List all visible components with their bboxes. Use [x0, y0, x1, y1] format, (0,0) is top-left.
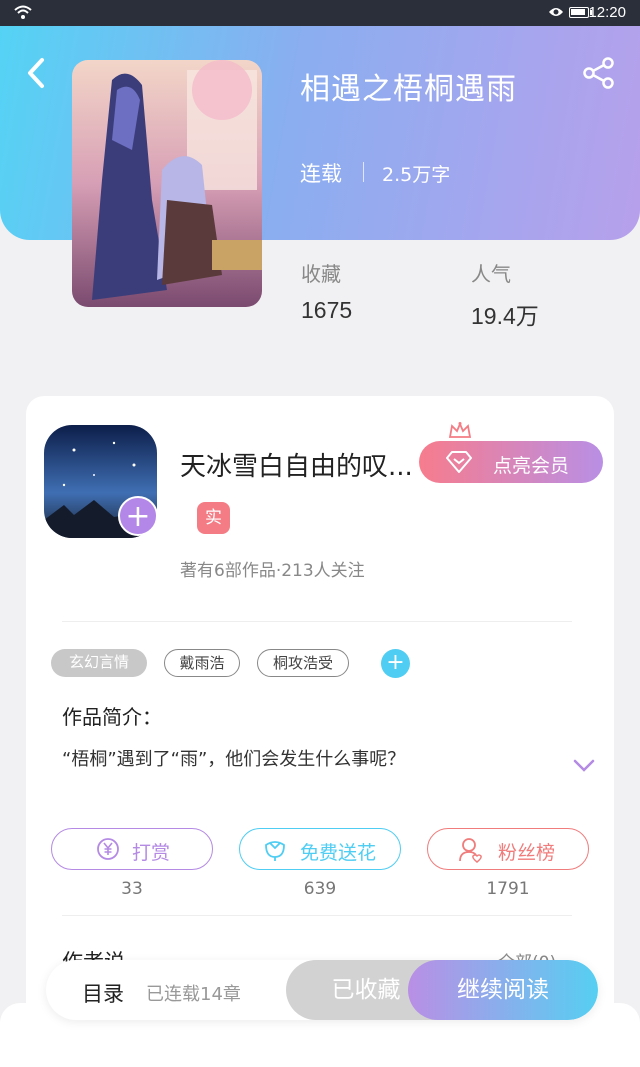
- vip-button-label: 点亮会员: [493, 455, 570, 477]
- intro-title: 作品简介：: [62, 705, 162, 729]
- fan-user-icon: [458, 837, 484, 868]
- battery-icon: [569, 7, 592, 18]
- share-icon: [583, 57, 614, 89]
- fan-count: 1791: [486, 879, 530, 899]
- fan-ranking-button[interactable]: 粉丝榜: [427, 828, 589, 870]
- favorites-count: 1675: [301, 297, 353, 323]
- flower-count: 639: [303, 879, 337, 899]
- tag-character[interactable]: 戴雨浩: [164, 649, 240, 677]
- clock: 12:20: [588, 4, 626, 21]
- expand-chevron-down-icon[interactable]: [572, 758, 596, 778]
- divider: [62, 915, 572, 916]
- popularity-count: 19.4万: [471, 303, 539, 329]
- follow-author-button[interactable]: +: [118, 496, 158, 536]
- verified-badge: 实: [197, 502, 230, 534]
- wifi-icon: [14, 4, 32, 24]
- divider: [363, 162, 364, 182]
- status-bar: 12:20: [0, 0, 640, 26]
- tip-label: 打赏: [132, 842, 171, 864]
- chevron-left-icon: [28, 58, 44, 88]
- share-button[interactable]: [582, 56, 616, 90]
- send-flower-label: 免费送花: [300, 842, 377, 864]
- send-flower-button[interactable]: 免费送花: [239, 828, 401, 870]
- diamond-icon: [445, 450, 473, 479]
- continue-reading-button[interactable]: 继续阅读: [408, 960, 598, 1020]
- yen-coin-icon: [96, 837, 120, 866]
- author-name[interactable]: 天冰雪白自由的叹...: [180, 446, 413, 483]
- tip-count: 33: [121, 879, 143, 899]
- word-count: 2.5万字: [382, 164, 451, 186]
- chapter-count: 已连载14章: [146, 984, 241, 1005]
- favorites-label: 收藏: [301, 262, 341, 286]
- vip-activate-button[interactable]: 点亮会员: [419, 441, 603, 483]
- back-button[interactable]: [22, 56, 52, 90]
- tag-genre[interactable]: 玄幻言情: [51, 649, 147, 677]
- bottom-action-bar: 目录 已连载14章 已收藏 继续阅读: [46, 960, 598, 1020]
- intro-text: “梧桐”遇到了“雨”，他们会发生什么事呢？: [62, 749, 406, 770]
- flower-icon: [262, 837, 288, 866]
- add-tag-button[interactable]: +: [381, 649, 410, 678]
- catalog-button[interactable]: 目录: [82, 978, 124, 1008]
- book-title: 相遇之梧桐遇雨: [300, 72, 517, 107]
- book-cover-image[interactable]: [72, 60, 262, 307]
- popularity-label: 人气: [471, 262, 511, 286]
- author-meta: 著有6部作品·213人关注: [180, 561, 365, 581]
- fan-ranking-label: 粉丝榜: [498, 842, 556, 864]
- eye-comfort-icon: [548, 6, 564, 22]
- serial-status: 连载: [300, 162, 342, 186]
- tag-pairing[interactable]: 桐攻浩受: [257, 649, 349, 677]
- tip-button[interactable]: 打赏: [51, 828, 213, 870]
- divider: [62, 621, 572, 622]
